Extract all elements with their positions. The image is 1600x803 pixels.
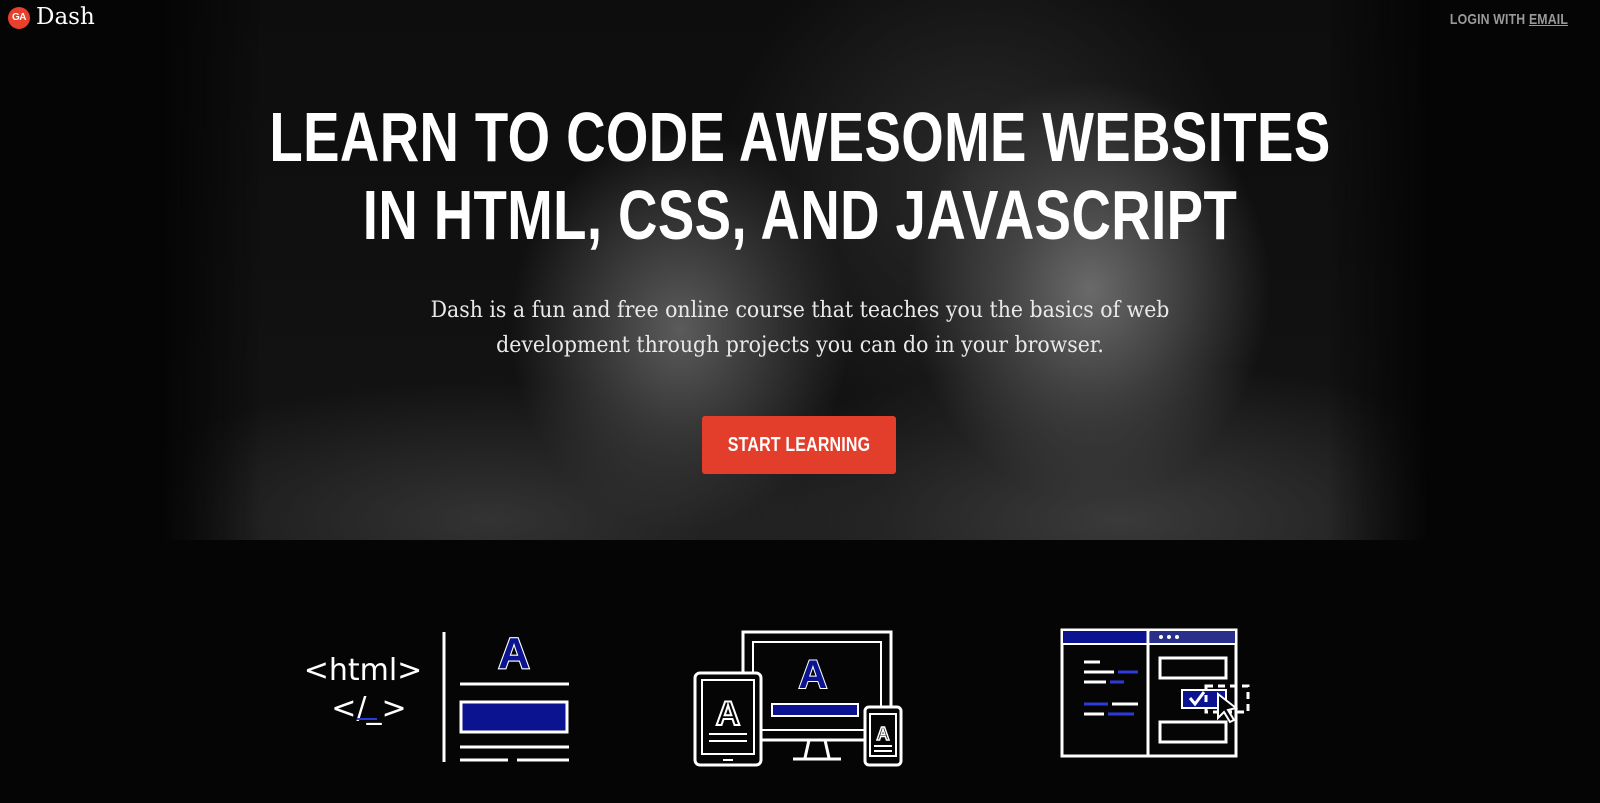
code-editor-preview-icon [1060,628,1250,758]
hero-subtitle-line-1: Dash is a fun and free online course tha… [430,298,1170,323]
hero-subtitle-line-2: development through projects you can do … [496,333,1104,358]
login-email-link[interactable]: EMAIL [1529,11,1568,28]
hero-section: LEARN TO CODE AWESOME WEBSITES IN HTML, … [0,0,1600,540]
responsive-devices-icon: A A A [693,630,903,767]
monitor-letter-a-text: A [799,653,828,697]
html-open-tag-text: <html> [305,653,422,688]
top-bar: GA Dash LOGIN WITH EMAIL [0,0,1600,40]
hero-title: LEARN TO CODE AWESOME WEBSITES IN HTML, … [176,98,1424,254]
start-learning-label: START LEARNING [727,433,871,456]
login-prefix: LOGIN WITH [1449,11,1529,28]
responsive-feature-illustration: A A A [693,620,903,770]
hero-title-line-2: IN HTML, CSS, AND JAVASCRIPT [362,176,1238,254]
ga-logo-icon: GA [8,6,30,29]
brand-name: Dash [36,4,95,30]
brand-logo-link[interactable]: GA Dash [8,6,95,29]
html-to-page-icon: <html> </_> A [305,628,569,762]
interactive-feature-illustration [1058,620,1258,770]
html-feature-illustration: <html> </_> A [305,620,575,770]
tablet-letter-a-text: A [716,695,741,733]
login-area: LOGIN WITH EMAIL [1450,11,1568,28]
start-learning-button[interactable]: START LEARNING [702,416,896,474]
html-close-tag-text: </_> [331,691,406,726]
phone-letter-a-text: A [877,724,890,744]
hero-title-line-1: LEARN TO CODE AWESOME WEBSITES [269,98,1331,176]
features-section: <html> </_> A A A A [0,600,1600,803]
letter-a-text: A [498,629,530,678]
hero-subtitle: Dash is a fun and free online course tha… [428,293,1172,363]
